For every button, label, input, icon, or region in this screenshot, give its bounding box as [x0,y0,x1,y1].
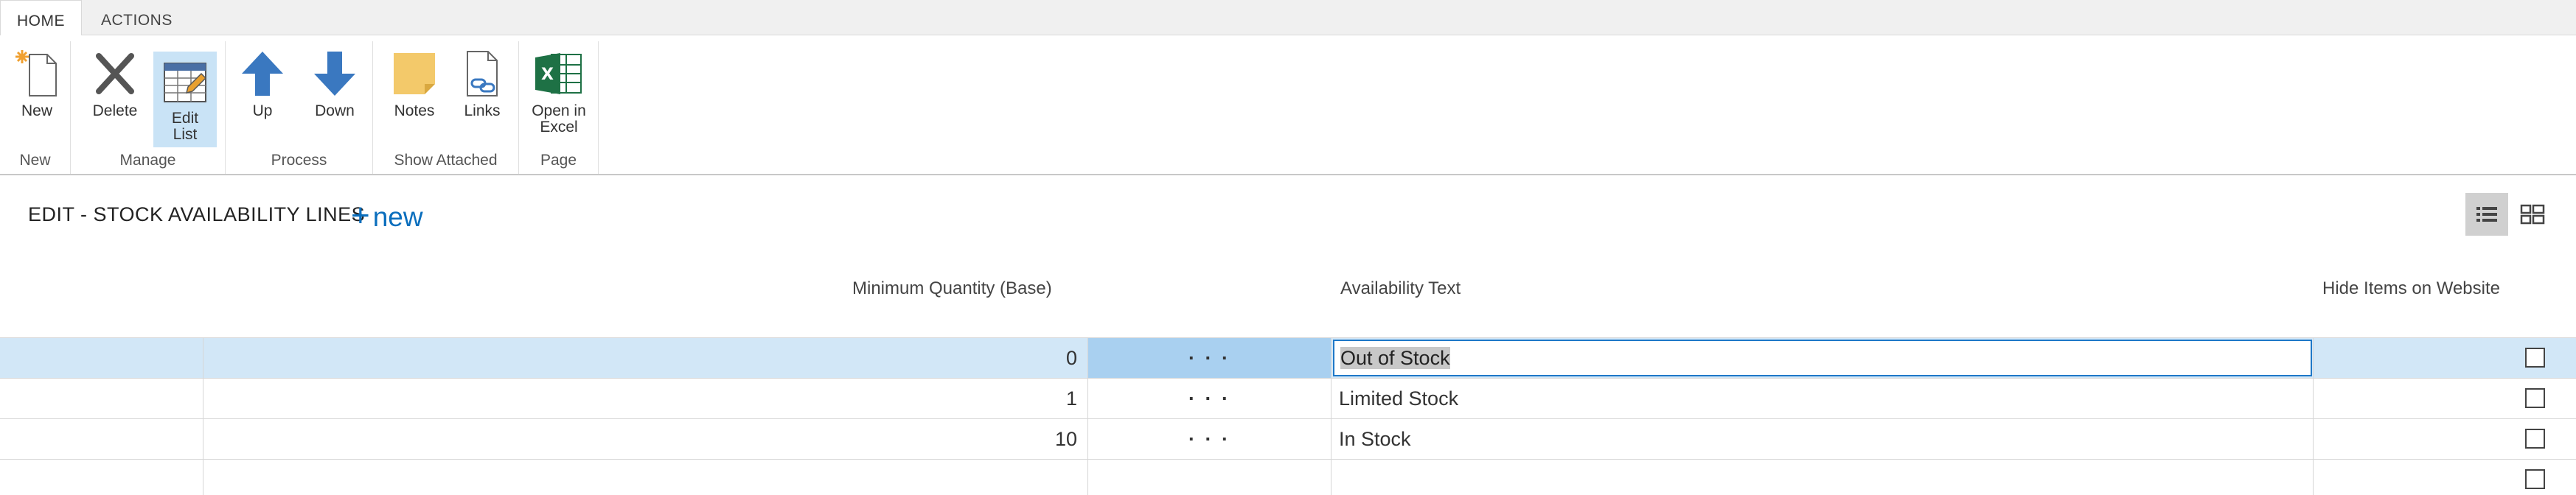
hide-items-cell [2314,338,2576,378]
availability-text-input[interactable]: Out of Stock [1333,340,2312,376]
new-line-link[interactable]: + new [351,197,423,234]
tab-home[interactable]: HOME [0,0,82,36]
edit-list-button[interactable]: Edit List [153,52,217,147]
up-button[interactable]: Up [236,47,289,119]
availability-text-cell[interactable] [1331,460,2314,495]
edit-list-button-label: Edit List [171,110,199,143]
list-view-icon [2476,207,2497,222]
open-in-excel-button-label: Open in Excel [532,102,586,136]
down-button[interactable]: Down [305,47,364,119]
down-button-label: Down [315,102,355,119]
new-button[interactable]: New [9,47,65,119]
arrow-up-icon [242,52,283,96]
arrow-down-icon [314,52,355,96]
availability-text-cell[interactable]: In Stock [1331,419,2314,459]
delete-button[interactable]: Delete [84,47,146,119]
hide-items-checkbox[interactable] [2525,348,2545,368]
row-selector-cell[interactable] [0,338,203,378]
edit-list-icon [164,63,207,102]
delete-button-label: Delete [92,102,138,119]
minimum-quantity-cell[interactable]: 10 [203,419,1088,459]
column-header-minimum-quantity[interactable]: Minimum Quantity (Base) [852,278,1052,299]
table-row[interactable]: 10 · · · In Stock [0,418,2576,459]
tab-actions[interactable]: ACTIONS [85,0,189,36]
minimum-quantity-cell[interactable]: 0 [203,338,1088,378]
row-actions-button[interactable]: · · · [1088,338,1331,378]
table-row[interactable]: 0 · · · Out of Stock [0,337,2576,378]
new-line-label: new [372,202,423,232]
notes-button-label: Notes [394,102,435,119]
ribbon-group-page: X Open in Excel Page [519,41,599,174]
page-title: EDIT - STOCK AVAILABILITY LINES [28,203,366,225]
selected-text: Out of Stock [1340,347,1450,369]
delete-x-icon [96,53,134,94]
ribbon: New New Delete Edit List Manage Up Down … [0,35,2576,175]
row-selector-cell[interactable] [0,419,203,459]
links-button[interactable]: Links [453,47,512,119]
open-in-excel-button[interactable]: X Open in Excel [525,47,593,136]
ribbon-tab-strip: HOME ACTIONS [0,0,2576,36]
row-actions-button[interactable]: · · · [1088,419,1331,459]
ribbon-group-new: New New [0,41,71,174]
tile-view-button[interactable] [2511,193,2554,236]
table-row[interactable] [0,459,2576,495]
ribbon-group-process: Up Down Process [226,41,373,174]
column-header-availability-text[interactable]: Availability Text [1340,278,1461,299]
links-icon [467,51,498,96]
notes-icon [394,53,435,94]
links-button-label: Links [464,102,501,119]
row-selector-cell[interactable] [0,460,203,495]
row-selector-cell[interactable] [0,379,203,418]
hide-items-cell [2314,419,2576,459]
group-label-manage: Manage [119,152,176,169]
group-label-new: New [19,152,51,169]
plus-icon: + [351,197,370,234]
table-row[interactable]: 1 · · · Limited Stock [0,378,2576,418]
svg-text:X: X [541,66,554,84]
hide-items-cell [2314,379,2576,418]
hide-items-checkbox[interactable] [2525,429,2545,449]
row-actions-button[interactable] [1088,460,1331,495]
list-view-button[interactable] [2465,193,2508,236]
hide-items-checkbox[interactable] [2525,388,2545,408]
minimum-quantity-cell[interactable]: 1 [203,379,1088,418]
group-label-page: Page [540,152,577,169]
group-label-show-attached: Show Attached [394,152,498,169]
ribbon-group-manage: Delete Edit List Manage [71,41,226,174]
column-header-hide-items[interactable]: Hide Items on Website [2322,278,2500,299]
tile-view-icon [2520,204,2545,225]
notes-button[interactable]: Notes [383,47,445,119]
group-label-process: Process [271,152,327,169]
ribbon-group-show-attached: Notes Links Show Attached [373,41,519,174]
availability-text-cell[interactable]: Limited Stock [1331,379,2314,418]
minimum-quantity-cell[interactable] [203,460,1088,495]
excel-icon: X [535,53,582,94]
hide-items-cell [2314,460,2576,495]
hide-items-checkbox[interactable] [2525,469,2545,489]
up-button-label: Up [252,102,273,119]
row-actions-button[interactable]: · · · [1088,379,1331,418]
new-document-icon [15,50,57,96]
new-button-label: New [21,102,52,119]
